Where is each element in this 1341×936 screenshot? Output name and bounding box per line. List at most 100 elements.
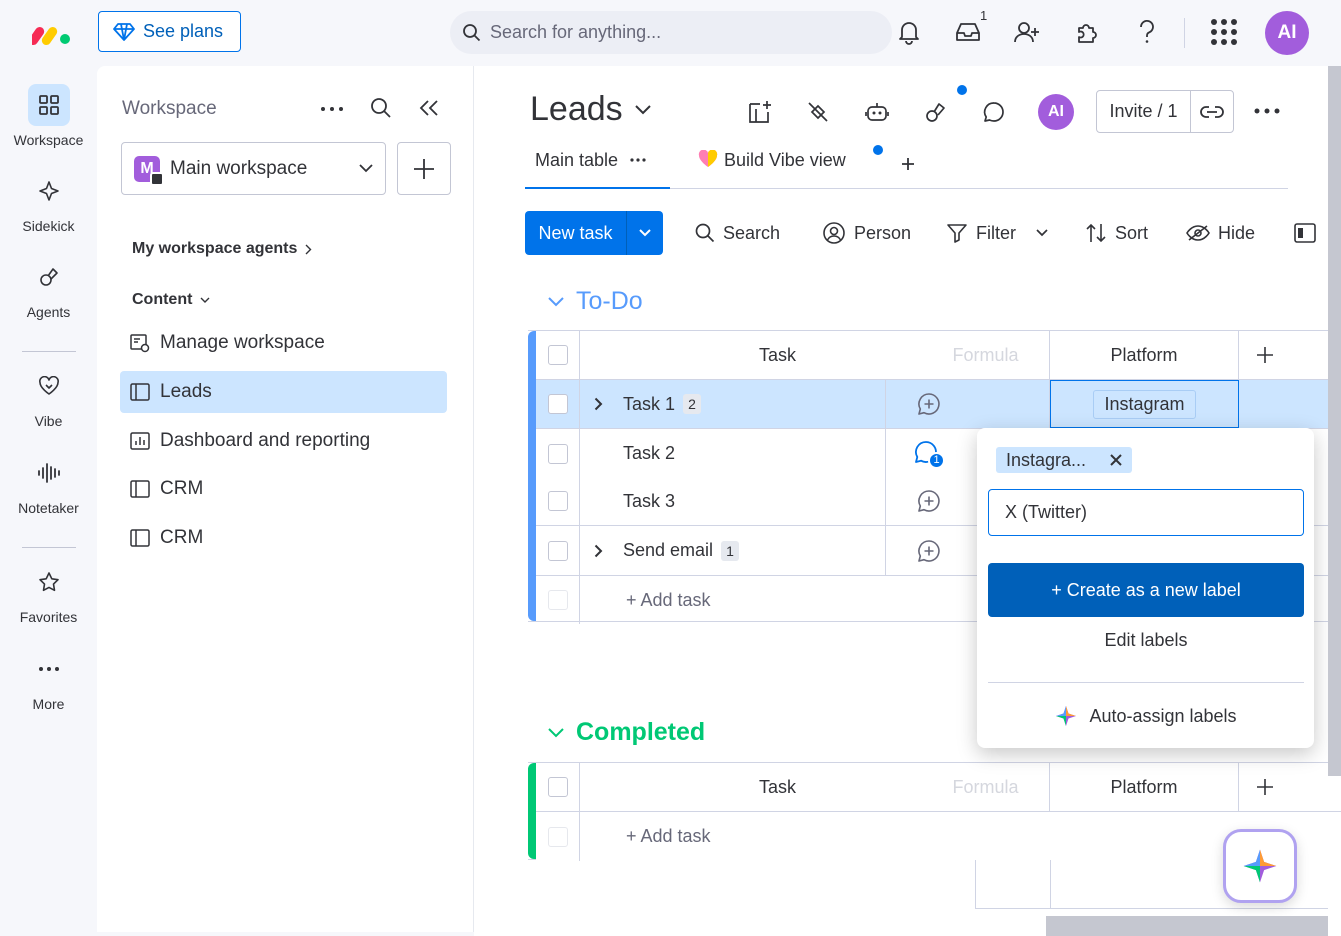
more-dots-icon [28,648,70,690]
sort-button[interactable]: Sort [1085,218,1148,248]
add-item-button[interactable] [397,142,451,195]
content-section-toggle[interactable]: Content [132,291,210,309]
vertical-scrollbar[interactable] [1328,66,1341,776]
bell-icon[interactable] [894,17,924,47]
platform-cell[interactable]: Instagram [1050,380,1239,428]
filter-button[interactable]: Filter [946,218,1048,248]
nav-item-manage-workspace[interactable]: Manage workspace [120,322,447,364]
rail-item-favorites[interactable]: Favorites [0,561,97,625]
board-menu-icon[interactable] [1254,108,1280,114]
global-search-input[interactable]: Search for anything... [450,11,892,54]
column-header-formula[interactable]: Formula [922,763,1050,811]
column-header-platform[interactable]: Platform [1050,331,1239,379]
task-cell[interactable]: Task 2 [580,429,886,478]
rail-item-more[interactable]: More [0,648,97,712]
ai-assistant-button[interactable] [1223,829,1297,903]
add-task-input[interactable]: + Add task [580,812,1280,861]
group-by-icon[interactable] [1294,222,1316,244]
chevron-down-icon[interactable] [1036,229,1048,237]
add-view-icon[interactable] [901,157,915,171]
task-cell[interactable]: Task 1 2 [580,380,886,428]
agent-icon[interactable] [922,98,950,126]
expand-subitems-icon[interactable] [594,544,603,558]
person-filter-button[interactable]: Person [822,218,911,248]
add-column-button[interactable] [1239,763,1291,811]
rail-item-vibe[interactable]: Vibe [0,365,97,429]
auto-assign-labels-button[interactable]: Auto-assign labels [988,702,1304,730]
row-checkbox[interactable] [547,443,568,464]
select-all-checkbox[interactable] [547,777,568,797]
expand-subitems-icon[interactable] [594,397,603,411]
add-task-row[interactable]: + Add task [536,812,1341,861]
user-avatar[interactable]: AI [1265,11,1309,55]
workspace-options-icon[interactable] [320,106,344,112]
close-icon[interactable] [1110,454,1122,466]
chevron-down-icon[interactable] [548,296,564,307]
rail-item-sidekick[interactable]: Sidekick [0,170,97,234]
collapse-panel-icon[interactable] [418,99,440,117]
updates-cell[interactable]: 1 [886,429,972,478]
column-header-formula[interactable]: Formula [922,331,1050,379]
new-task-button[interactable]: New task [525,211,663,255]
add-update-icon [918,539,940,562]
nav-item-crm[interactable]: CRM [120,468,447,510]
column-header-platform[interactable]: Platform [1050,763,1239,811]
horizontal-scrollbar[interactable] [1046,916,1328,936]
add-column-button[interactable] [1239,331,1291,379]
chat-bubble-icon[interactable] [980,98,1008,126]
add-task-input[interactable]: + Add task [580,576,920,624]
workspace-search-icon[interactable] [370,97,392,119]
updates-cell[interactable] [886,526,972,575]
board-member-avatar[interactable]: AI [1038,94,1074,130]
rail-item-agents[interactable]: Agents [0,256,97,320]
group-header-completed[interactable]: Completed [548,718,705,747]
chevron-down-icon[interactable] [627,211,663,255]
search-tool-button[interactable]: Search [695,218,780,248]
row-checkbox[interactable] [547,394,568,414]
table-row[interactable]: Task 1 2 Instagram [536,380,1341,429]
nav-item-dashboard[interactable]: Dashboard and reporting [120,420,447,462]
invite-button[interactable]: Invite / 1 [1096,90,1234,133]
help-icon[interactable] [1132,17,1162,47]
integrations-icon[interactable] [804,98,832,126]
workspace-agents-link[interactable]: My workspace agents [132,240,312,258]
chevron-down-icon[interactable] [548,727,564,738]
column-header-task[interactable]: Task [580,763,975,811]
edit-labels-link[interactable]: Edit labels [988,630,1304,658]
rail-item-notetaker[interactable]: Notetaker [0,452,97,516]
tab-main-table[interactable]: Main table [525,150,670,189]
rail-item-workspace[interactable]: Workspace [0,84,97,148]
column-divider [1050,860,1051,909]
monday-logo[interactable] [32,20,72,46]
task-cell[interactable]: Send email 1 [580,526,886,575]
invite-member-icon[interactable] [1012,17,1042,47]
board-title[interactable]: Leads [530,90,651,129]
add-update-icon [918,490,940,512]
updates-cell[interactable] [886,380,972,428]
hide-button[interactable]: Hide [1186,218,1255,248]
see-plans-button[interactable]: See plans [98,11,241,52]
nav-item-crm[interactable]: CRM [120,517,447,559]
see-plans-label: See plans [143,21,224,41]
add-widget-icon[interactable] [746,98,774,126]
updates-cell[interactable] [886,477,972,525]
group-header-todo[interactable]: To-Do [548,287,643,316]
row-checkbox[interactable] [547,491,568,511]
copy-link-icon[interactable] [1191,91,1233,132]
inbox-icon[interactable] [953,17,983,47]
nav-item-leads[interactable]: Leads [120,371,447,413]
select-all-checkbox[interactable] [547,345,568,365]
automation-robot-icon[interactable] [863,98,891,126]
apps-grid-icon[interactable] [1209,17,1239,47]
create-label-button[interactable]: + Create as a new label [988,563,1304,617]
puzzle-icon[interactable] [1072,17,1102,47]
task-cell[interactable]: Task 3 [580,477,886,525]
tab-build-vibe-view[interactable]: Build Vibe view [698,150,846,171]
subitems-count: 2 [683,394,702,414]
workspace-selector[interactable]: M Main workspace [121,142,386,195]
row-checkbox[interactable] [547,540,568,561]
label-search-input[interactable] [988,489,1304,536]
tab-options-icon[interactable] [630,158,646,187]
column-header-task[interactable]: Task [580,331,975,379]
row-checkbox-cell [536,526,580,575]
